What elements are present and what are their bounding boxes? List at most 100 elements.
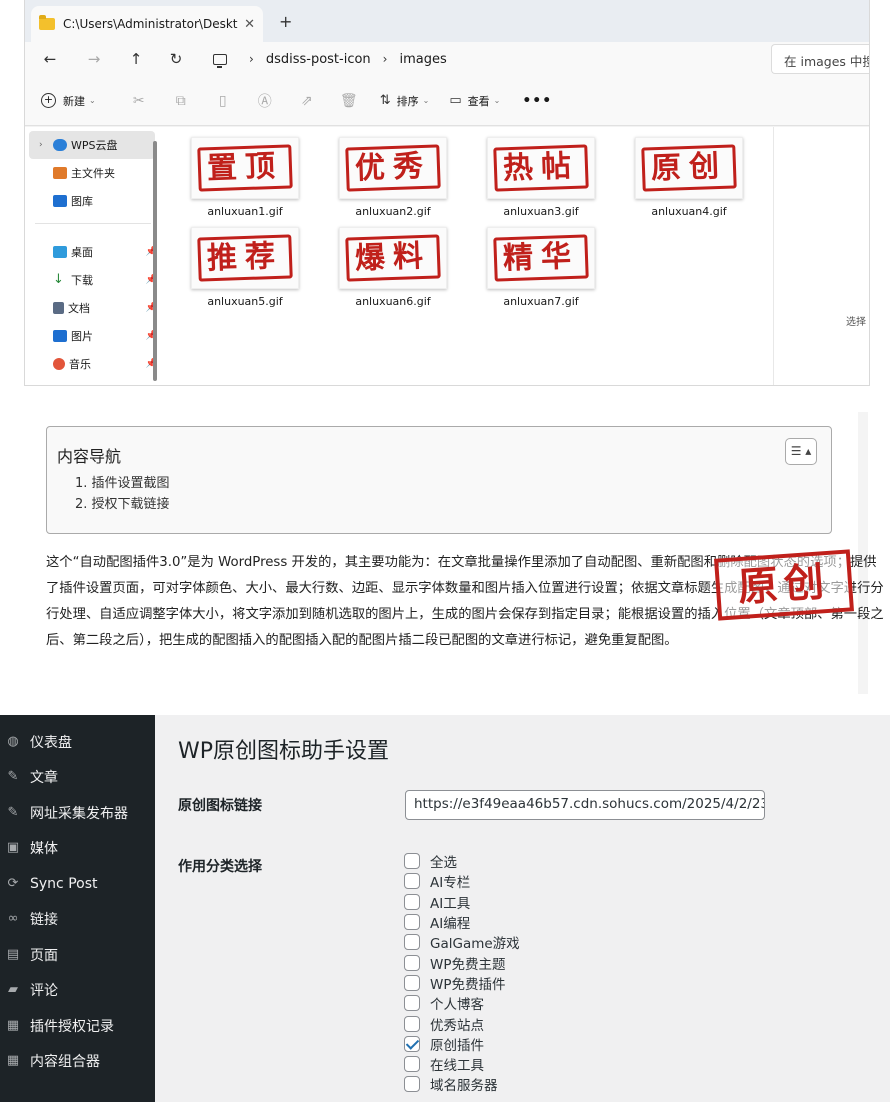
toc-toggle-button[interactable]: ☰ ▴ [785, 438, 817, 465]
sidebar-item-comments[interactable]: ▰ 评论 [0, 973, 155, 1009]
checkbox[interactable] [404, 893, 420, 910]
file-item[interactable]: 推荐 anluxuan5.gif [185, 217, 305, 308]
checkbox[interactable] [404, 1076, 420, 1093]
sidebar-item-dashboard[interactable]: ◍ 仪表盘 [0, 724, 155, 760]
back-icon[interactable]: ← [35, 50, 65, 68]
sidebar-item-home[interactable]: 主文件夹 [25, 159, 159, 187]
toc-item-label[interactable]: 授权下载链接 [92, 497, 170, 512]
sidebar-item-license-records[interactable]: ▦ 插件授权记录 [0, 1008, 155, 1044]
file-item[interactable]: 优秀 anluxuan2.gif [333, 127, 453, 218]
address-bar[interactable]: › dsdiss-post-icon › images [203, 44, 751, 74]
checkbox[interactable] [404, 1056, 420, 1073]
sidebar-item-pictures[interactable]: 图片 📌 [25, 322, 159, 350]
cut-icon[interactable]: ✂ [118, 93, 160, 109]
checkbox[interactable] [404, 914, 420, 931]
category-option[interactable]: 优秀站点 [404, 1013, 520, 1034]
sidebar-item-media[interactable]: ▣ 媒体 [0, 831, 155, 867]
combiner-icon: ▦ [6, 1053, 20, 1069]
search-input[interactable]: 在 images 中搜 [771, 44, 869, 74]
sidebar-item-sync-post[interactable]: ⟳ Sync Post [0, 866, 155, 902]
sidebar-item-wps-cloud[interactable]: › WPS云盘 [29, 131, 155, 159]
category-option[interactable]: 域名服务器 [404, 1074, 520, 1094]
sidebar-item-gallery[interactable]: 图库 [25, 187, 159, 215]
category-option[interactable]: 个人博客 [404, 993, 520, 1013]
file-item[interactable]: 原创 anluxuan4.gif [629, 127, 749, 218]
thumbnail: 原创 [635, 137, 743, 199]
sidebar-item-downloads[interactable]: ↓ 下载 📌 [25, 266, 159, 294]
rename-icon[interactable]: Ⓐ [244, 91, 286, 111]
category-name: 域名服务器 [430, 1078, 498, 1095]
sidebar-item-content-combiner[interactable]: ▦ 内容组合器 [0, 1044, 155, 1080]
toc-item[interactable]: 2. 授权下载链接 [75, 494, 821, 515]
category-name: 在线工具 [430, 1058, 484, 1075]
explorer-tab[interactable]: C:\Users\Administrator\Desktc ✕ [31, 6, 263, 42]
up-icon[interactable]: ↑ [121, 50, 151, 68]
category-option[interactable]: GalGame游戏 [404, 932, 520, 952]
toc-item-label[interactable]: 插件设置截图 [92, 476, 170, 491]
more-options-button[interactable]: ••• [522, 93, 552, 109]
table-of-contents: 内容导航 1. 插件设置截图 2. 授权下载链接 ☰ ▴ [46, 426, 832, 534]
checkbox[interactable] [404, 873, 420, 890]
sort-button[interactable]: ⇅ 排序 ⌄ [380, 93, 430, 109]
checkbox[interactable] [404, 954, 420, 971]
toc-item[interactable]: 1. 插件设置截图 [75, 473, 821, 494]
share-icon[interactable]: ⇗ [286, 93, 328, 109]
checkbox[interactable] [404, 1015, 420, 1032]
file-grid: 置顶 anluxuan1.gif 优秀 anluxuan2.gif 热帖 anl… [185, 127, 775, 385]
pictures-icon [53, 330, 67, 342]
copy-icon[interactable]: ⧉ [160, 93, 202, 109]
sidebar-item-pages[interactable]: ▤ 页面 [0, 937, 155, 973]
category-option[interactable]: WP免费主题 [404, 952, 520, 973]
sidebar-item-music[interactable]: 音乐 📌 [25, 350, 159, 378]
breadcrumb-item[interactable]: images [399, 52, 446, 67]
sidebar-item-url-collector[interactable]: ✎ 网址采集发布器 [0, 795, 155, 831]
sidebar-item-posts[interactable]: ✎ 文章 [0, 760, 155, 796]
category-option[interactable]: AI工具 [404, 892, 520, 912]
checkbox[interactable] [404, 974, 420, 991]
sidebar-item-documents[interactable]: 文档 📌 [25, 294, 159, 322]
file-name: anluxuan5.gif [207, 295, 283, 308]
checkbox-checked[interactable] [404, 1035, 420, 1052]
command-bar: + 新建 ⌄ ✂ ⧉ ▯ Ⓐ ⇗ 🗑 ⇅ 排序 ⌄ ▭ 查看 ⌄ ••• [25, 76, 869, 126]
tab-strip: C:\Users\Administrator\Desktc ✕ + [25, 0, 869, 42]
breadcrumb-item[interactable]: dsdiss-post-icon [266, 52, 371, 67]
category-option[interactable]: 在线工具 [404, 1054, 520, 1074]
view-button[interactable]: ▭ 查看 ⌄ [449, 93, 500, 109]
file-item[interactable]: 爆料 anluxuan6.gif [333, 217, 453, 308]
file-item[interactable]: 热帖 anluxuan3.gif [481, 127, 601, 218]
file-item[interactable]: 精华 anluxuan7.gif [481, 217, 601, 308]
sidebar-item-label: 音乐 [69, 358, 91, 371]
menu-label: 页面 [30, 947, 58, 964]
category-option[interactable]: AI专栏 [404, 871, 520, 891]
scrollbar[interactable] [153, 141, 157, 381]
sidebar-item-links[interactable]: ∞ 链接 [0, 902, 155, 938]
delete-icon[interactable]: 🗑 [328, 93, 370, 109]
category-option[interactable]: 原创插件 [404, 1034, 520, 1054]
original-stamp-image: 原创 [714, 549, 854, 621]
divider [35, 223, 151, 224]
checkbox[interactable] [404, 995, 420, 1012]
sidebar-item-desktop[interactable]: 桌面 📌 [25, 238, 159, 266]
refresh-icon[interactable]: ↻ [161, 50, 191, 68]
category-option[interactable]: AI编程 [404, 912, 520, 932]
file-item[interactable]: 置顶 anluxuan1.gif [185, 127, 305, 218]
chevron-right-icon[interactable]: › [249, 52, 254, 66]
paste-icon[interactable]: ▯ [202, 93, 244, 109]
icon-url-input[interactable]: https://e3f49eaa46b57.cdn.sohucs.com/202… [405, 790, 765, 820]
chevron-right-icon[interactable]: › [39, 140, 43, 150]
menu-label: 仪表盘 [30, 734, 72, 751]
forward-icon[interactable]: → [79, 50, 109, 68]
new-tab-icon[interactable]: + [279, 12, 292, 31]
checkbox[interactable] [404, 853, 420, 870]
computer-icon [213, 53, 227, 68]
category-option[interactable]: 全选 [404, 851, 520, 871]
close-icon[interactable]: ✕ [244, 17, 255, 32]
category-option[interactable]: WP免费插件 [404, 973, 520, 993]
chevron-right-icon[interactable]: › [383, 52, 388, 66]
new-button[interactable]: + 新建 ⌄ [41, 93, 96, 109]
thumbnail: 优秀 [339, 137, 447, 199]
document-icon [53, 302, 64, 314]
checkbox[interactable] [404, 934, 420, 951]
stamp-image: 推荐 [197, 234, 293, 282]
home-icon [53, 167, 67, 179]
